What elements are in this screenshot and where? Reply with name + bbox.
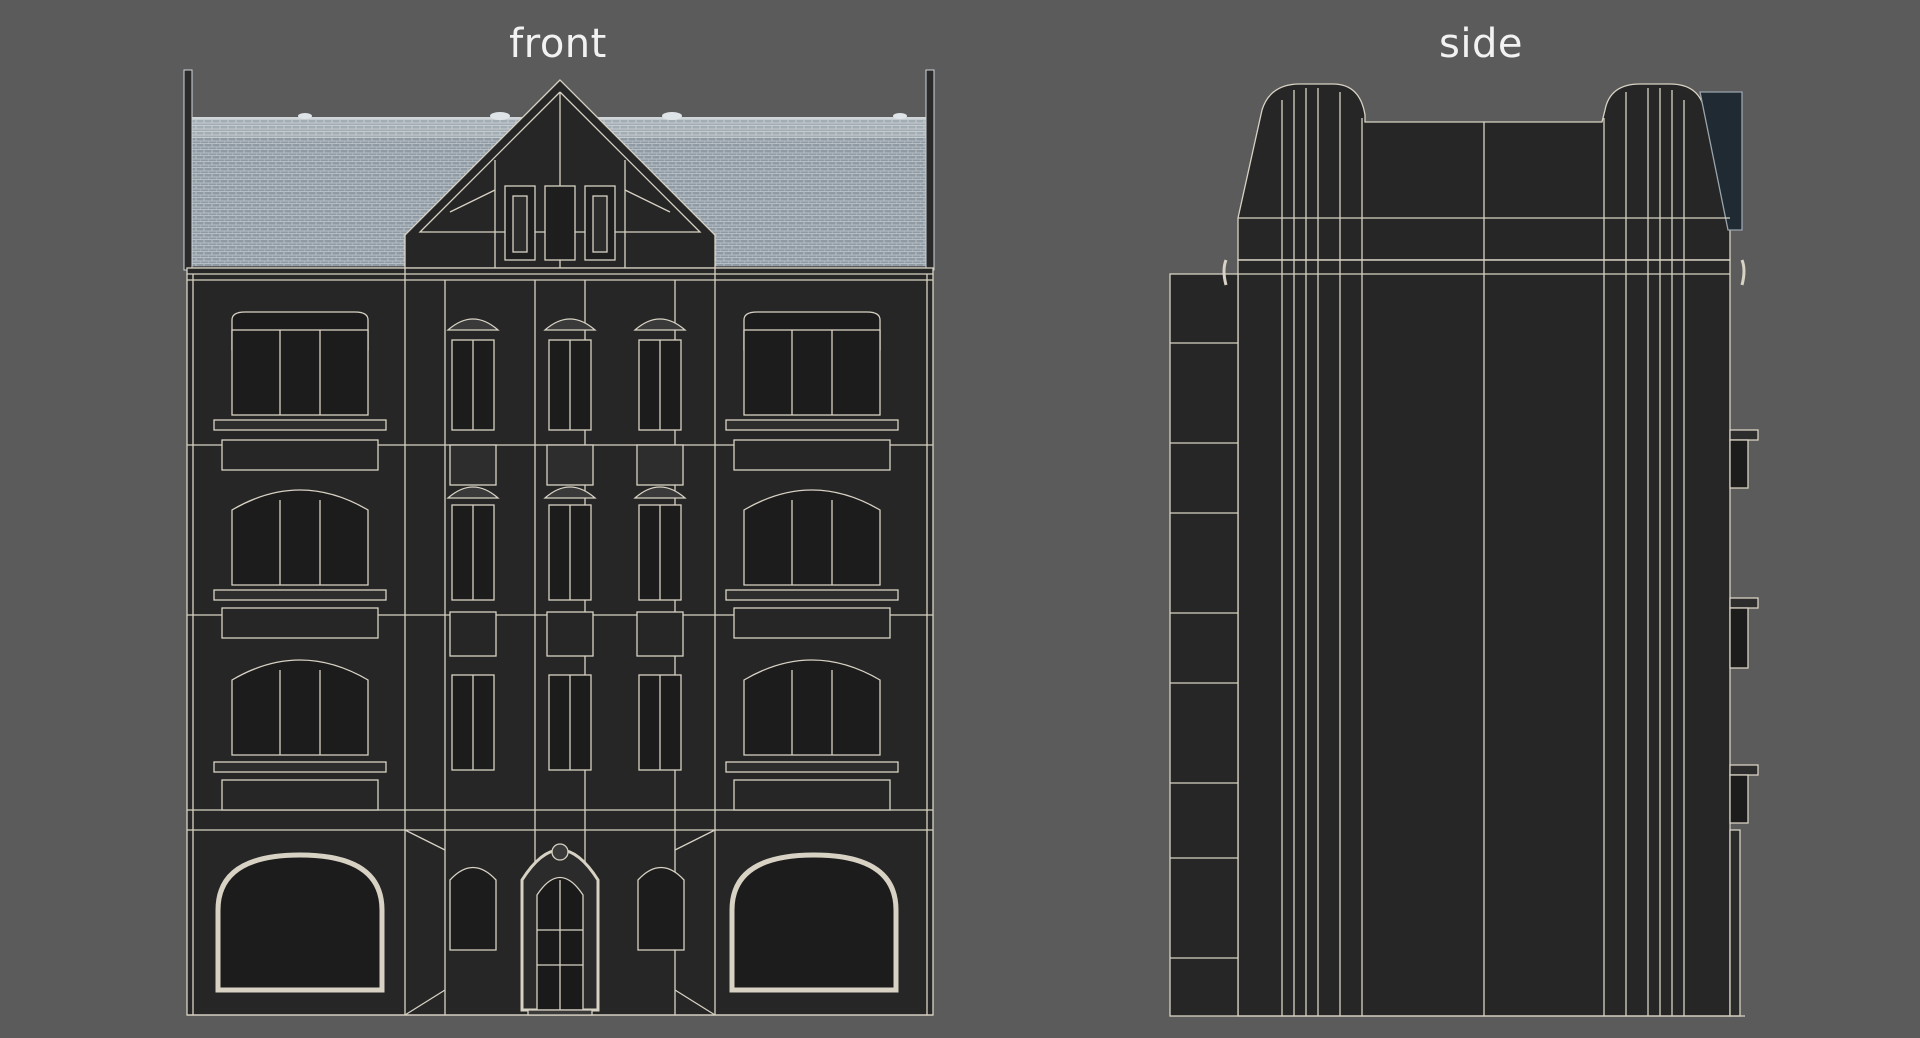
side-elevation-wireframe: [1169, 83, 1759, 1017]
side-body: [1169, 83, 1759, 1017]
viewport: front side: [0, 0, 1920, 1038]
